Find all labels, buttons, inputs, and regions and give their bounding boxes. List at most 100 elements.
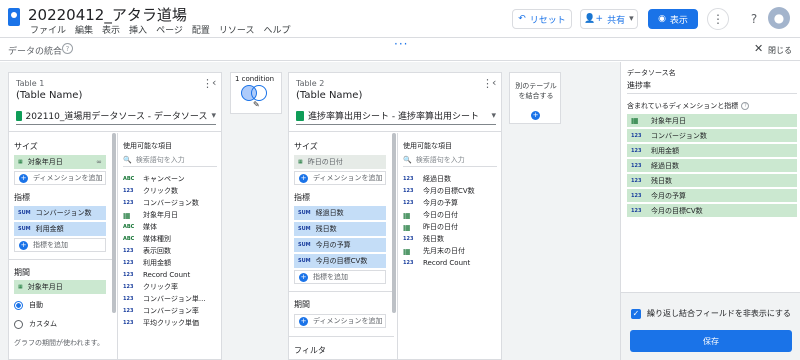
scrollbar[interactable] bbox=[112, 133, 116, 313]
table1-collapse-icon[interactable]: ‹ bbox=[212, 76, 216, 89]
field-name: 先月末の日付 bbox=[423, 247, 465, 255]
field-list-item[interactable]: ABC 媒体 bbox=[123, 221, 219, 233]
menu-insert[interactable]: 挿入 bbox=[129, 23, 147, 36]
field-list-item[interactable]: 123 利用金額 bbox=[123, 257, 219, 269]
field-list-item[interactable]: ▦ 対象年月日 bbox=[123, 209, 219, 221]
included-field-chip[interactable]: 123 経過日数 bbox=[627, 159, 797, 172]
drag-handle-icon[interactable]: ··· bbox=[394, 37, 408, 51]
field-list-item[interactable]: ▦ 先月末の日付 bbox=[403, 245, 499, 257]
close-icon[interactable]: ✕ bbox=[754, 42, 763, 55]
field-list-item[interactable]: 123 Record Count bbox=[123, 269, 219, 281]
table1-dims-label: サイズ bbox=[14, 142, 38, 151]
edit-pencil-icon[interactable]: ✎ bbox=[253, 100, 260, 109]
field-name: Record Count bbox=[143, 271, 191, 279]
table2-dim-chip[interactable]: ▦ 昨日の日付 bbox=[294, 155, 386, 169]
table2-add-dim-button[interactable]: + ディメンションを追加 bbox=[294, 171, 386, 185]
field-list-item[interactable]: 123 コンバージョン率 bbox=[123, 305, 219, 317]
share-button[interactable]: 👤+ 共有 ▾ bbox=[580, 9, 638, 29]
included-field-chip[interactable]: 123 今月の予算 bbox=[627, 189, 797, 202]
add-table-button[interactable]: 別のテーブルを結合する + bbox=[509, 72, 561, 124]
number-type-icon: 123 bbox=[631, 192, 642, 199]
sheets-icon bbox=[16, 110, 22, 121]
field-name: 昨日の日付 bbox=[423, 223, 458, 231]
avatar[interactable]: ● bbox=[768, 7, 790, 29]
help-circle-icon[interactable]: ? bbox=[62, 43, 73, 54]
period-custom-radio[interactable]: カスタム bbox=[14, 319, 57, 329]
field-list-item[interactable]: 123 コンバージョン数 bbox=[123, 197, 219, 209]
join-label: 1 condition bbox=[235, 75, 275, 83]
menu-resource[interactable]: リソース bbox=[219, 23, 255, 36]
help-icon[interactable]: ? bbox=[743, 8, 765, 30]
number-type-icon: 123 bbox=[123, 260, 134, 266]
menu-edit[interactable]: 編集 bbox=[75, 23, 93, 36]
table2-alias[interactable]: (Table Name) bbox=[296, 90, 362, 101]
view-button[interactable]: ◉ 表示 bbox=[648, 9, 698, 29]
menu-page[interactable]: ページ bbox=[156, 23, 183, 36]
join-condition-box[interactable]: 1 condition ✎ bbox=[230, 72, 282, 114]
included-field-chip[interactable]: 123 利用金額 bbox=[627, 144, 797, 157]
link-icon[interactable]: ∞ bbox=[96, 158, 102, 166]
table2-collapse-icon[interactable]: ‹ bbox=[492, 76, 496, 89]
field-name: クリック率 bbox=[143, 283, 178, 291]
table2-metric-chip[interactable]: SUM 経過日数 bbox=[294, 206, 386, 220]
table2-metric-chip[interactable]: SUM 今月の目標CV数 bbox=[294, 254, 386, 268]
menu-view[interactable]: 表示 bbox=[102, 23, 120, 36]
hide-repeated-fields-checkbox[interactable]: ✓ 繰り返し結合フィールドを非表示にする bbox=[631, 308, 791, 319]
help-circle-icon[interactable]: ? bbox=[741, 102, 750, 110]
menu-file[interactable]: ファイル bbox=[30, 23, 66, 36]
included-field-chip[interactable]: ▦ 対象年月日 bbox=[627, 114, 797, 127]
save-button[interactable]: 保存 bbox=[630, 330, 792, 352]
calendar-icon: ▦ bbox=[298, 159, 303, 165]
datasource-name-input[interactable]: 進捗率 bbox=[627, 80, 797, 94]
field-list-item[interactable]: ▦ 今日の日付 bbox=[403, 209, 499, 221]
field-list-item[interactable]: 123 Record Count bbox=[403, 257, 499, 269]
menu-arrange[interactable]: 配置 bbox=[192, 23, 210, 36]
menu-help[interactable]: ヘルプ bbox=[263, 23, 290, 36]
period-auto-radio[interactable]: 自動 bbox=[14, 300, 43, 310]
close-label[interactable]: 閉じる bbox=[768, 45, 792, 56]
field-list-item[interactable]: 123 残日数 bbox=[403, 233, 499, 245]
table2-add-period-dim-button[interactable]: + ディメンションを追加 bbox=[294, 314, 386, 328]
field-list-item[interactable]: 123 コンバージョン単... bbox=[123, 293, 219, 305]
table1-period-chip[interactable]: ▦ 対象年月日 bbox=[14, 280, 106, 294]
table1-dim-chip[interactable]: ▦ 対象年月日 ∞ bbox=[14, 155, 106, 169]
table2-search-input[interactable]: 🔍 検索語句を入力 bbox=[403, 153, 497, 167]
report-title[interactable]: 20220412_アタラ道場 bbox=[28, 4, 187, 25]
table1-search-input[interactable]: 🔍 検索語句を入力 bbox=[123, 153, 217, 167]
field-list-item[interactable]: 123 平均クリック単価 bbox=[123, 317, 219, 329]
table1-alias[interactable]: (Table Name) bbox=[16, 90, 82, 101]
sum-badge: SUM bbox=[298, 242, 311, 248]
included-field-chip[interactable]: 123 コンバージョン数 bbox=[627, 129, 797, 142]
divider bbox=[289, 291, 394, 292]
field-list-item[interactable]: 123 クリック数 bbox=[123, 185, 219, 197]
table1-source-select[interactable]: 202110_道場用データソース - データソース ▾ bbox=[16, 109, 216, 125]
scrollbar[interactable] bbox=[392, 133, 396, 313]
included-field-chip[interactable]: 123 今月の目標CV数 bbox=[627, 204, 797, 217]
sum-badge: SUM bbox=[18, 210, 31, 216]
divider bbox=[9, 131, 221, 132]
field-list-item[interactable]: ▦ 昨日の日付 bbox=[403, 221, 499, 233]
field-list-item[interactable]: 123 今月の予算 bbox=[403, 197, 499, 209]
table1-add-metric-button[interactable]: + 指標を追加 bbox=[14, 238, 106, 252]
field-list-item[interactable]: 123 表示回数 bbox=[123, 245, 219, 257]
field-list-item[interactable]: 123 クリック率 bbox=[123, 281, 219, 293]
field-list-item[interactable]: ABC 媒体種別 bbox=[123, 233, 219, 245]
field-name: キャンペーン bbox=[143, 175, 185, 183]
included-field-chip[interactable]: 123 残日数 bbox=[627, 174, 797, 187]
right-panel: データソース名 進捗率 含まれているディメンションと指標 ? ▦ 対象年月日 123… bbox=[620, 62, 800, 360]
field-list-item[interactable]: 123 今月の目標CV数 bbox=[403, 185, 499, 197]
app-logo-icon bbox=[8, 8, 20, 26]
table2-metric-chip[interactable]: SUM 今月の予算 bbox=[294, 238, 386, 252]
table2-metric-chip[interactable]: SUM 残日数 bbox=[294, 222, 386, 236]
table1-add-dim-button[interactable]: + ディメンションを追加 bbox=[14, 171, 106, 185]
field-list-item[interactable]: ABC キャンペーン bbox=[123, 173, 219, 185]
more-options-icon[interactable]: ⋮ bbox=[707, 8, 729, 30]
table1-metric-chip[interactable]: SUM 利用金額 bbox=[14, 222, 106, 236]
available-label: 使用可能な項目 bbox=[403, 142, 452, 150]
table2-add-metric-button[interactable]: + 指標を追加 bbox=[294, 270, 386, 284]
table1-metric-chip[interactable]: SUM コンバージョン数 bbox=[14, 206, 106, 220]
table2-source-select[interactable]: 進捗率算出用シート - 進捗率算出用シート ▾ bbox=[296, 109, 496, 125]
reset-button[interactable]: ↶ リセット bbox=[512, 9, 572, 29]
number-type-icon: 123 bbox=[403, 236, 414, 242]
field-list-item[interactable]: 123 経過日数 bbox=[403, 173, 499, 185]
